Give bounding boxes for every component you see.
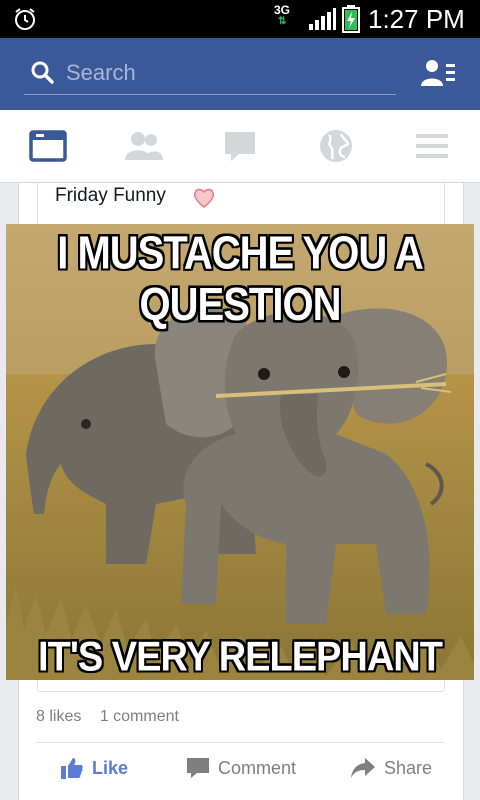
share-button[interactable]: Share — [350, 756, 432, 780]
tab-news-feed[interactable] — [24, 124, 72, 168]
friends-icon — [125, 132, 163, 160]
divider — [36, 742, 444, 743]
meme-top-caption: I MUSTACHE YOU A QUESTION — [57, 228, 424, 331]
search-icon — [31, 61, 54, 84]
like-button[interactable]: Like — [60, 756, 128, 780]
post-actions: Like Comment Share — [36, 748, 444, 788]
menu-icon — [416, 134, 448, 158]
chat-bubble-icon — [225, 132, 255, 161]
tab-notifications[interactable] — [312, 124, 360, 168]
comments-count[interactable]: 1 comment — [100, 708, 179, 725]
share-label: Share — [384, 757, 433, 778]
battery-charging-icon — [342, 5, 360, 33]
clock: 1:27 PM — [368, 4, 465, 34]
network-type: 3G ⇅ — [274, 3, 291, 27]
comment-icon — [187, 758, 209, 778]
tab-more[interactable] — [408, 124, 456, 168]
like-label: Like — [92, 757, 129, 778]
alarm-icon — [15, 8, 35, 30]
search-input[interactable] — [64, 56, 388, 90]
tab-friends[interactable] — [120, 124, 168, 168]
likes-count[interactable]: 8 likes — [36, 708, 81, 725]
globe-icon — [320, 130, 352, 162]
post-stats: 8 likes 1 comment — [36, 708, 193, 726]
signal-icon — [309, 8, 336, 30]
comment-label: Comment — [218, 757, 297, 778]
tab-bar — [0, 110, 480, 183]
comment-button[interactable]: Comment — [186, 756, 296, 780]
top-bar — [0, 38, 480, 110]
status-bar: 3G ⇅ 1:27 PM — [0, 0, 480, 38]
post-image[interactable]: I MUSTACHE YOU A QUESTION IT'S VERY RELE… — [6, 224, 474, 680]
friend-requests-icon[interactable] — [420, 58, 456, 88]
meme-bottom-caption: IT'S VERY RELEPHANT — [38, 634, 443, 680]
tab-messages[interactable] — [216, 124, 264, 168]
heart-icon — [193, 188, 215, 208]
news-feed-icon — [29, 130, 67, 162]
share-arrow-icon — [351, 758, 375, 778]
search-box[interactable] — [24, 52, 396, 95]
post-text: Friday Funny — [55, 185, 166, 206]
thumbs-up-icon — [61, 758, 83, 779]
